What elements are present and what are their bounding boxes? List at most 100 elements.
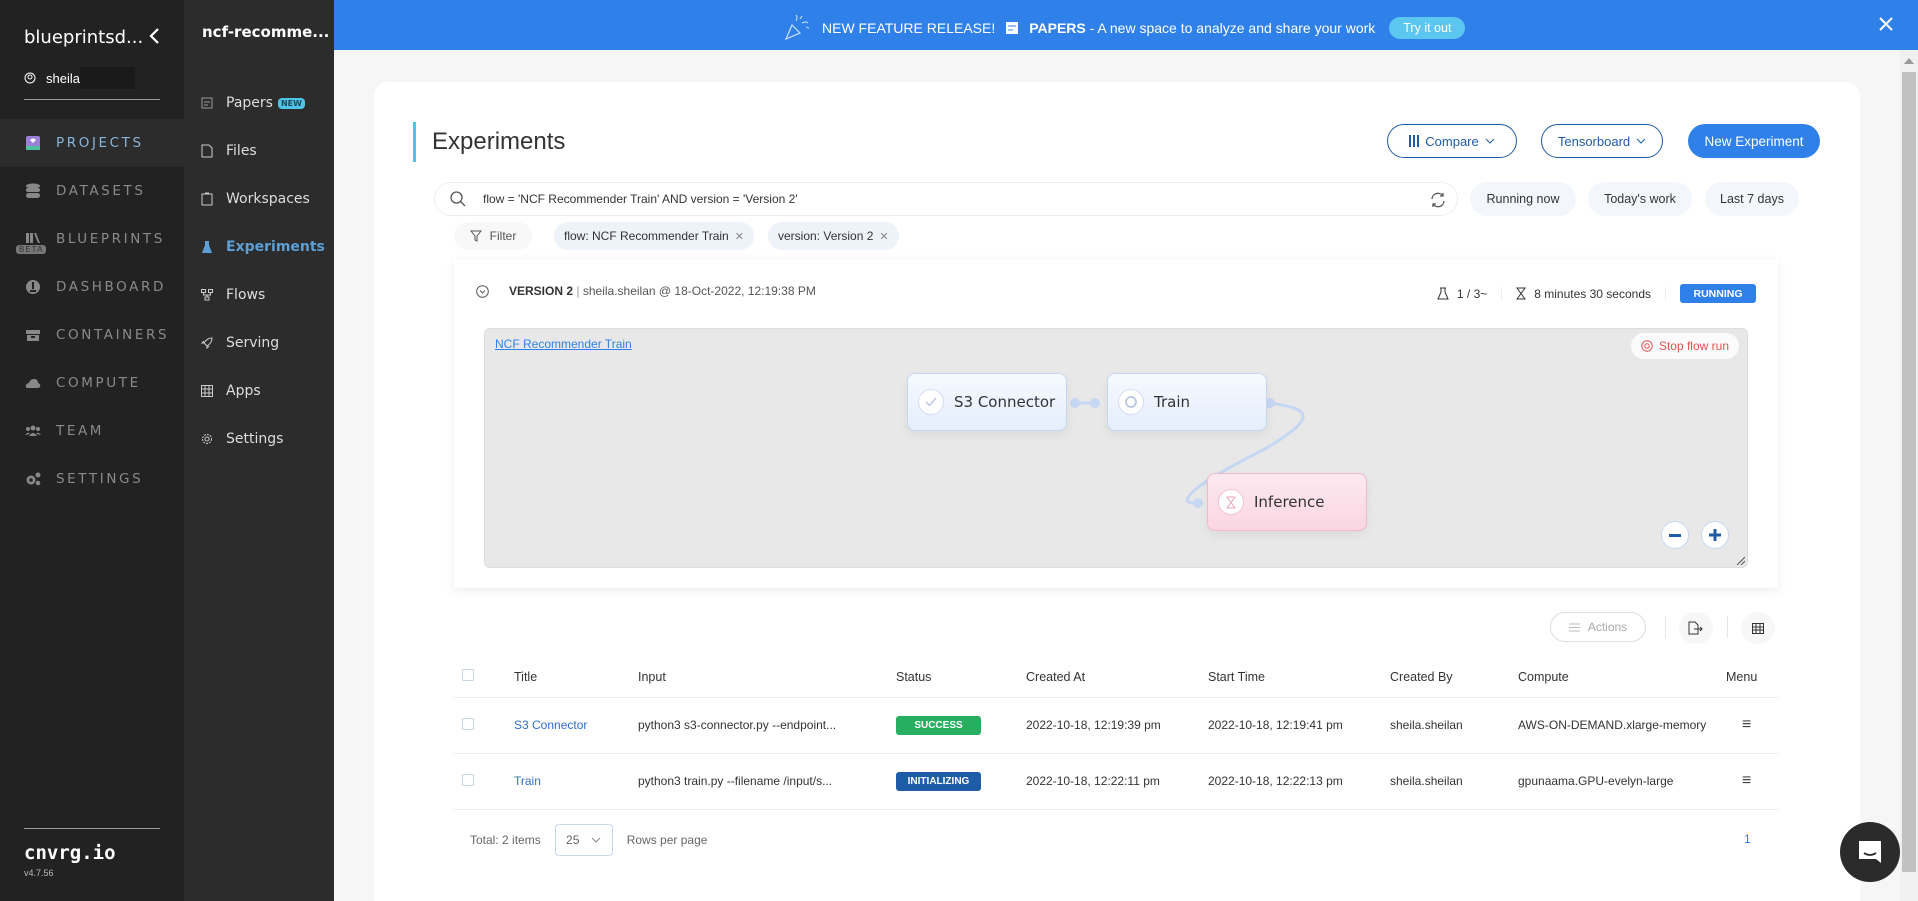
row-menu-icon[interactable]: ≡ <box>1742 772 1751 789</box>
collapse-toggle-icon[interactable] <box>476 284 489 298</box>
cloud-icon <box>24 374 42 392</box>
chip-label: version: Version 2 <box>778 229 874 243</box>
nav-team[interactable]: TEAM <box>0 407 184 455</box>
project-nav-flows[interactable]: Flows <box>200 280 265 310</box>
filter-button[interactable]: Filter <box>454 222 532 250</box>
remove-chip-icon[interactable]: ✕ <box>735 230 744 243</box>
org-name[interactable]: blueprintsd... <box>24 27 143 48</box>
project-title: ncf-recomme... <box>202 23 330 41</box>
column-title[interactable]: Title <box>514 657 638 698</box>
nav-datasets[interactable]: DATASETS <box>0 167 184 215</box>
flow-name-link[interactable]: NCF Recommender Train <box>495 337 632 351</box>
status-badge: SUCCESS <box>896 715 981 735</box>
column-start-time[interactable]: Start Time <box>1208 657 1390 698</box>
chevron-down-icon <box>592 837 601 843</box>
columns-button[interactable] <box>1741 612 1775 644</box>
node-label: Inference <box>1254 493 1325 511</box>
project-nav-serving[interactable]: Serving <box>200 328 279 358</box>
project-nav-apps[interactable]: Apps <box>200 376 261 406</box>
team-icon <box>24 422 42 440</box>
page-number[interactable]: 1 <box>1744 832 1751 846</box>
column-status[interactable]: Status <box>896 657 1026 698</box>
project-nav-settings[interactable]: Settings <box>200 424 283 454</box>
nav-settings[interactable]: SETTINGS <box>0 455 184 503</box>
user-profile[interactable]: sheila <box>24 67 135 89</box>
experiments-table: Title Input Status Created At Start Time… <box>454 657 1778 810</box>
nav-label: BLUEPRINTS <box>56 231 165 247</box>
flow-node-inference[interactable]: Inference <box>1207 473 1367 531</box>
actions-button[interactable]: Actions <box>1550 612 1646 642</box>
compute-cell: gpunaama.GPU-evelyn-large <box>1518 753 1726 810</box>
try-it-out-button[interactable]: Try it out <box>1389 17 1466 39</box>
table-row: Train python3 train.py --filename /input… <box>454 753 1778 810</box>
gear-icon <box>200 432 214 446</box>
rows-per-page-value: 25 <box>566 833 580 847</box>
experiment-title-link[interactable]: S3 Connector <box>514 718 587 732</box>
project-nav-workspaces[interactable]: Workspaces <box>200 184 310 214</box>
close-banner-icon[interactable] <box>1876 14 1896 34</box>
flow-node-s3-connector[interactable]: S3 Connector <box>907 373 1067 431</box>
new-badge: NEW <box>277 97 305 109</box>
zoom-in-button[interactable] <box>1701 521 1729 549</box>
stop-label: Stop flow run <box>1658 339 1729 353</box>
page-scrollbar[interactable] <box>1900 50 1918 901</box>
nav-label: PROJECTS <box>56 135 144 151</box>
experiment-title-link[interactable]: Train <box>514 774 541 788</box>
version-meta: sheila.sheilan @ 18-Oct-2022, 12:19:38 P… <box>582 284 816 298</box>
stop-flow-run-button[interactable]: Stop flow run <box>1630 333 1739 359</box>
select-all-checkbox[interactable] <box>462 669 474 682</box>
nav-label: Settings <box>226 431 284 447</box>
flow-node-train[interactable]: Train <box>1107 373 1267 431</box>
zoom-out-button[interactable] <box>1661 521 1689 549</box>
nav-dashboard[interactable]: DASHBOARD <box>0 263 184 311</box>
rows-per-page-select[interactable]: 25 <box>554 824 613 856</box>
row-menu-icon[interactable]: ≡ <box>1742 716 1751 733</box>
column-created-at[interactable]: Created At <box>1026 657 1208 698</box>
new-experiment-button[interactable]: New Experiment <box>1688 124 1820 158</box>
remove-chip-icon[interactable]: ✕ <box>879 230 888 243</box>
hourglass-icon <box>1516 287 1527 300</box>
tensorboard-button[interactable]: Tensorboard <box>1541 124 1663 158</box>
resize-handle-icon[interactable] <box>1735 555 1745 565</box>
column-created-by[interactable]: Created By <box>1390 657 1518 698</box>
quick-filter-running-now[interactable]: Running now <box>1470 182 1576 216</box>
gears-icon <box>24 470 42 488</box>
search-input[interactable] <box>483 192 1383 206</box>
row-checkbox[interactable] <box>462 773 474 786</box>
table-header: Title Input Status Created At Start Time… <box>454 657 1778 698</box>
main-sidebar: blueprintsd... sheila PROJECTS DATASETS … <box>0 0 184 901</box>
row-checkbox[interactable] <box>462 717 474 730</box>
nav-blueprints[interactable]: BLUEPRINTS <box>0 215 184 263</box>
project-nav-experiments[interactable]: Experiments <box>200 232 325 262</box>
flow-canvas[interactable]: NCF Recommender Train Stop flow run S3 C… <box>484 328 1748 568</box>
nav-label: SETTINGS <box>56 471 144 487</box>
nav-label: COMPUTE <box>56 375 141 391</box>
project-nav-papers[interactable]: Papers NEW <box>200 88 305 118</box>
nav-label: TEAM <box>56 423 105 439</box>
collapse-sidebar-icon[interactable] <box>144 25 166 47</box>
export-button[interactable] <box>1679 612 1713 644</box>
pagination-bar: Total: 2 items 25 Rows per page <box>470 824 707 856</box>
compare-button[interactable]: Compare <box>1387 124 1517 158</box>
nav-label: Experiments <box>226 239 325 255</box>
chevron-down-icon <box>1636 138 1646 144</box>
nav-compute[interactable]: COMPUTE <box>0 359 184 407</box>
quick-filter-todays-work[interactable]: Today's work <box>1588 182 1692 216</box>
chat-support-button[interactable] <box>1840 822 1900 882</box>
column-input[interactable]: Input <box>638 657 896 698</box>
project-nav-files[interactable]: Files <box>200 136 257 166</box>
flask-icon <box>200 240 214 254</box>
nav-projects[interactable]: PROJECTS <box>0 119 184 167</box>
quick-filter-last-7-days[interactable]: Last 7 days <box>1705 182 1799 216</box>
column-compute[interactable]: Compute <box>1518 657 1726 698</box>
created-by-cell: sheila.sheilan <box>1390 753 1518 810</box>
flow-icon <box>200 288 214 302</box>
refresh-icon[interactable] <box>1429 191 1447 209</box>
scrollbar-thumb[interactable] <box>1902 72 1916 872</box>
database-icon <box>24 182 42 200</box>
divider <box>1727 616 1728 638</box>
scroll-up-arrow[interactable] <box>1904 58 1914 64</box>
nav-containers[interactable]: CONTAINERS <box>0 311 184 359</box>
table-row: S3 Connector python3 s3-connector.py --e… <box>454 697 1778 754</box>
filter-label: Filter <box>489 229 517 243</box>
